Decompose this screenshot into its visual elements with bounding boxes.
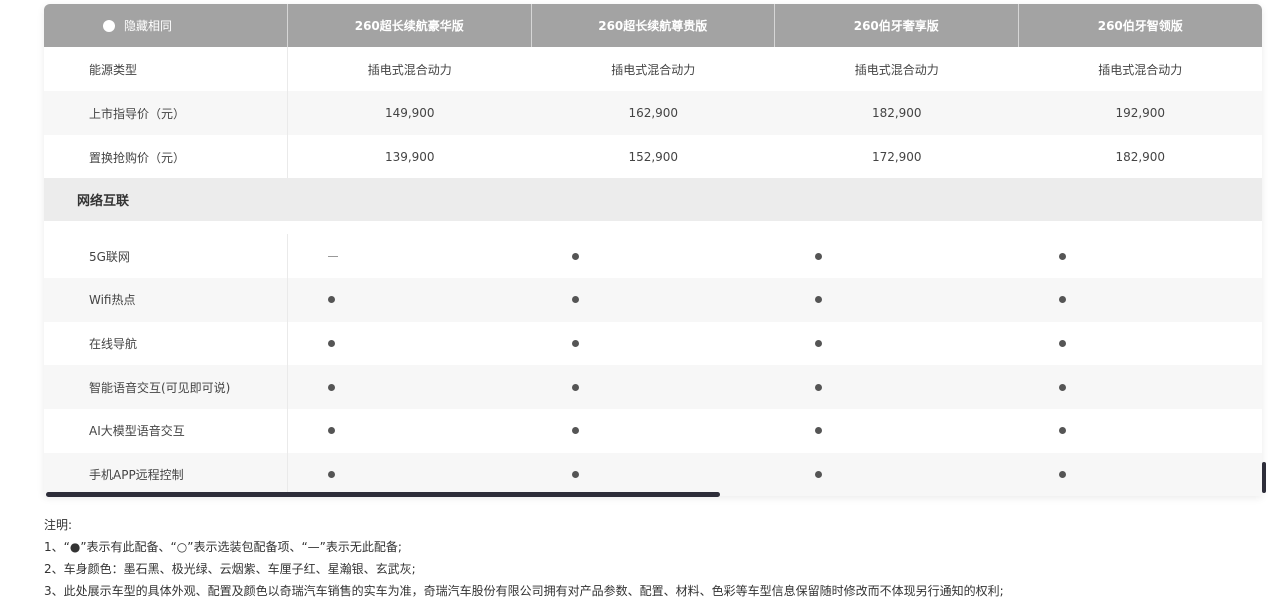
row-value: 149,900 [384,106,435,120]
row-value: 182,900 [1115,150,1166,164]
note-line: 2、车身颜色：墨石黑、极光绿、云烟紫、车厘子红、星瀚银、玄武灰; [44,562,416,576]
row-label: 5G联网 [44,234,288,278]
dot-icon [571,339,579,347]
row-label: 能源类型 [44,47,288,91]
dot-icon [1058,296,1066,304]
row-label: AI大模型语音交互 [44,408,288,453]
feature-cell [1019,234,1263,278]
table-row: 5G联网 [44,234,1262,278]
row-label: 置换抢购价（元） [44,135,288,179]
feature-cell [775,321,1019,365]
notes: 注明: 1、“●”表示有此配备、“○”表示选装包配备项、“—”表示无此配备; 2… [44,514,1004,599]
dot-icon [571,427,579,435]
feature-cell [288,409,532,453]
feature-cell [532,234,776,278]
column-header: 260超长续航尊贵版 [532,4,775,47]
feature-cell [532,321,776,365]
table-row: Wifi热点 [44,277,1263,322]
feature-cell [775,278,1019,322]
table-row: 手机APP远程控制 [44,452,1263,497]
dot-icon [1058,339,1066,347]
note-line: 1、“●”表示有此配备、“○”表示选装包配备项、“—”表示无此配备; [44,540,402,554]
radio-icon[interactable] [103,19,115,32]
feature-cell [1019,409,1263,453]
column-header: 260伯牙奢享版 [775,4,1019,47]
row-label: 在线导航 [44,321,288,366]
feature-cell [288,365,532,409]
dot-icon [571,296,579,304]
row-label: 上市指导价（元） [44,91,288,135]
feature-cell [288,453,532,497]
dot-icon [1058,252,1066,260]
dash-icon [328,255,338,257]
dot-icon [815,339,822,347]
notes-title: 注明: [44,518,73,532]
row-value: 139,900 [384,150,435,164]
table-row: 智能语音交互(可见即可说) [44,365,1263,410]
dot-icon [571,471,579,478]
dot-icon [328,296,335,304]
feature-cell [288,321,532,365]
dot-icon [328,339,335,347]
row-value: 152,900 [628,150,679,164]
table-row: 置换抢购价（元） 139,900 152,900 172,900 182,900 [44,135,1262,179]
feature-cell [532,278,776,322]
feature-cell [532,453,776,497]
row-value: 插电式混合动力 [367,62,452,77]
table-row: 在线导航 [44,321,1263,366]
dot-icon [1058,427,1066,435]
horizontal-scrollbar[interactable] [46,492,720,497]
row-label: 手机APP远程控制 [44,452,288,496]
dot-icon [815,296,822,304]
feature-cell [1019,453,1263,497]
feature-cell [288,278,532,322]
dot-icon [815,471,822,478]
feature-cell [1019,321,1263,365]
dot-icon [328,471,335,478]
feature-cell [775,234,1019,278]
feature-cell [775,365,1019,409]
dot-icon [1058,383,1066,391]
feature-cell [1019,365,1263,409]
row-value: 182,900 [871,106,922,120]
dot-icon [571,383,579,391]
dot-icon [815,252,822,260]
row-value: 插电式混合动力 [611,62,696,77]
vertical-scrollbar[interactable] [1262,462,1266,493]
dot-icon [815,427,822,435]
feature-cell [288,234,532,278]
spec-table: 隐藏相同 260超长续航豪华版 260超长续航尊贵版 260伯牙奢享版 260伯… [44,4,1262,496]
row-value: 插电式混合动力 [854,62,939,77]
hide-same-toggle[interactable]: 隐藏相同 [44,4,288,47]
dot-icon [571,252,579,260]
dot-icon [328,427,335,435]
section-title: 网络互联 [77,194,130,209]
row-label: Wifi热点 [44,277,288,322]
note-line: 3、此处展示车型的具体外观、配置及颜色以奇瑞汽车销售的实车为准，奇瑞汽车股份有限… [44,584,1004,598]
feature-cell [532,365,776,409]
section-header: 网络互联 [44,178,1262,221]
dot-icon [815,383,822,391]
feature-cell [775,453,1019,497]
dot-icon [328,383,335,391]
table-row: 上市指导价（元） 149,900 162,900 182,900 192,900 [44,91,1262,135]
row-value: 192,900 [1115,106,1166,120]
feature-cell [1019,278,1263,322]
row-label: 智能语音交互(可见即可说) [44,365,288,410]
feature-cell [775,409,1019,453]
feature-cell [532,409,776,453]
dot-icon [1058,471,1066,478]
row-value: 172,900 [871,150,922,164]
table-row: AI大模型语音交互 [44,408,1263,453]
hide-same-label: 隐藏相同 [124,19,173,33]
table-row: 能源类型 插电式混合动力 插电式混合动力 插电式混合动力 插电式混合动力 [44,47,1262,91]
row-value: 插电式混合动力 [1098,62,1183,77]
row-value: 162,900 [628,106,679,120]
table-header: 隐藏相同 260超长续航豪华版 260超长续航尊贵版 260伯牙奢享版 260伯… [44,4,1262,47]
column-header: 260伯牙智领版 [1097,19,1183,33]
column-header: 260超长续航豪华版 [288,4,532,47]
